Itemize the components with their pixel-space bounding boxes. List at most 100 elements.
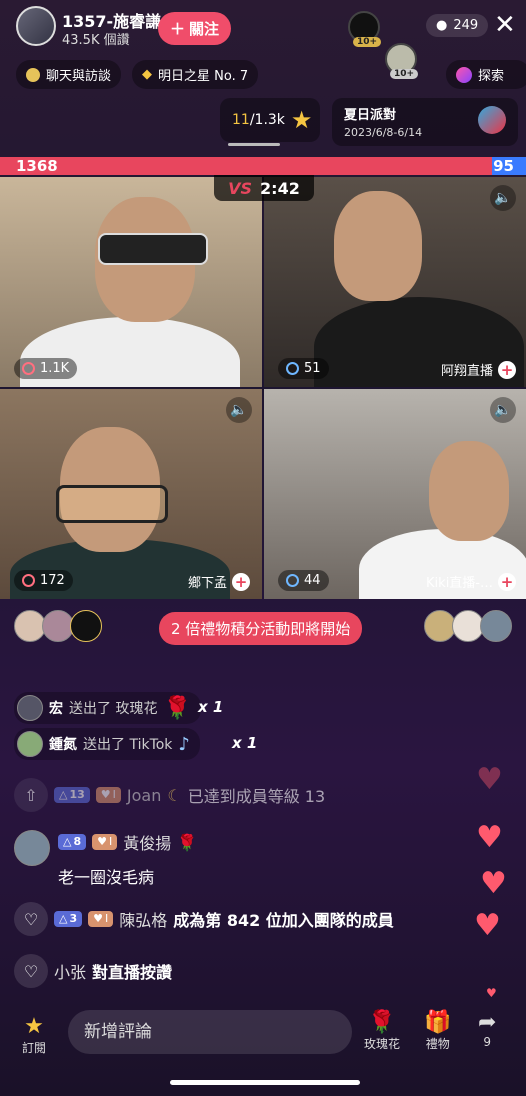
heart-icon: ♥ — [476, 762, 503, 797]
close-icon[interactable]: ✕ — [494, 10, 516, 40]
avatar — [17, 695, 43, 721]
fan-badge: ♥ I — [88, 911, 114, 927]
score-blue-value: 95 — [493, 157, 514, 175]
gift-action: 送出了 玫瑰花 — [69, 701, 158, 717]
subscribe-label: 訂閱 — [22, 1041, 47, 1055]
mute-icon[interactable]: 🔈 — [226, 397, 252, 423]
cell-4-score: 44 — [278, 570, 329, 591]
comment-input[interactable]: 新增評論 — [68, 1010, 352, 1054]
plus-icon[interactable]: + — [498, 572, 516, 591]
mute-icon[interactable]: 🔈 — [490, 397, 516, 423]
share-button[interactable]: ➦ 9 — [478, 1010, 496, 1049]
feed-message: 已達到成員等級 13 — [187, 787, 326, 806]
category-chip-label: 聊天與訪談 — [46, 69, 112, 84]
explore-label: 探索 — [478, 69, 505, 84]
home-indicator[interactable] — [170, 1080, 360, 1085]
fan-badge: ♥ I — [95, 787, 121, 803]
feed-user: Joan — [126, 785, 162, 805]
rank-widget[interactable]: 11/1.3k ★ — [220, 98, 320, 142]
person-icon: ● — [436, 18, 448, 33]
flame-icon: ◆ — [142, 67, 152, 82]
feed-message: 成為第 842 位加入團隊的成員 — [173, 911, 394, 930]
chat-icon — [26, 67, 40, 82]
star-icon: ★ — [24, 1014, 44, 1039]
feed-header: △ 8 ♥ I 黃俊揚 🌹 — [58, 830, 197, 854]
host-likes: 43.5K 個讚 — [62, 33, 130, 48]
level-icon: △ — [59, 912, 68, 925]
cell-1-count: 1.1K — [40, 361, 70, 376]
ranking-chip[interactable]: ◆ 明日之星 No. 7 — [132, 60, 259, 89]
vs-icon: VS — [228, 178, 253, 198]
follow-button[interactable]: ＋ 關注 — [158, 12, 232, 45]
heart-icon: ♥ — [97, 835, 107, 848]
top-viewer-avatar-1[interactable]: 10+ — [348, 11, 382, 47]
score-blue-fill: 95 — [491, 157, 526, 175]
team-blue-avatars[interactable] — [424, 610, 512, 642]
video-cell-1[interactable]: 1.1K — [0, 177, 262, 387]
feed-item-joan[interactable]: ⇧ △ 13 ♥ I Joan ☾ 已達到成員等級 13 — [14, 778, 325, 812]
cell-2-name-row[interactable]: 阿翔直播 + — [441, 360, 516, 379]
fan-level: I — [105, 912, 109, 925]
event-logo-icon — [478, 106, 506, 134]
mute-icon[interactable]: 🔈 — [490, 185, 516, 211]
feed-item-xiao[interactable]: ♡ 小张 對直播按讚 — [14, 954, 172, 988]
alarm-icon — [22, 362, 35, 375]
host-avatar[interactable] — [16, 6, 56, 46]
team-red-avatars[interactable] — [14, 610, 102, 642]
face — [334, 191, 422, 301]
cell-4-name-row[interactable]: Kiki直播-… + — [426, 572, 516, 591]
avatar — [70, 610, 102, 642]
avatar — [17, 731, 43, 757]
event-banner[interactable]: 夏日派對 2023/6/8-6/14 — [332, 98, 518, 146]
plus-icon[interactable]: + — [498, 360, 516, 379]
feed-item-chen[interactable]: ♡ △ 3 ♥ I 陳弘格 成為第 842 位加入團隊的成員 — [14, 902, 394, 936]
level-badge: △ 13 — [54, 787, 90, 803]
sunglasses — [98, 233, 208, 265]
level-icon: △ — [59, 788, 68, 801]
cell-3-name: 鄉下孟 — [187, 576, 227, 591]
activity-banner[interactable]: 2 倍禮物積分活動即將開始 — [159, 612, 363, 645]
feed-item-huang[interactable]: △ 8 ♥ I 黃俊揚 🌹 老一圈沒毛病 — [14, 830, 197, 888]
rose-gift-button[interactable]: 🌹 玫瑰花 — [364, 1010, 400, 1052]
heart-icon: ♥ — [486, 986, 497, 1000]
cell-2-meta: 51 — [278, 358, 329, 379]
explore-button[interactable]: 探索 — [446, 60, 526, 89]
top-viewer-avatar-2[interactable]: 10+ — [385, 43, 419, 79]
viewer-count[interactable]: ● 249 — [426, 14, 489, 37]
gift-row-2[interactable]: 鍾氮 送出了 TikTok ♪ — [14, 728, 200, 760]
plus-icon[interactable]: + — [232, 572, 250, 591]
cell-3-name-row[interactable]: 鄉下孟 + — [188, 572, 250, 591]
share-count: 9 — [483, 1035, 492, 1049]
level-value: 3 — [69, 912, 78, 925]
battle-score-bar: 1368 95 — [0, 157, 526, 175]
category-chip[interactable]: 聊天與訪談 — [16, 60, 122, 89]
video-cell-2[interactable]: 🔈 51 阿翔直播 + — [264, 177, 526, 387]
gift-row-1[interactable]: 宏 送出了 玫瑰花 🌹 — [14, 692, 201, 724]
share-icon: ➦ — [478, 1010, 497, 1035]
cell-3-meta: 172 — [14, 570, 73, 591]
team-heart-icon: ♡ — [14, 902, 48, 936]
tiktok-icon: ♪ — [178, 733, 190, 755]
video-cell-4[interactable]: 🔈 44 Kiki直播-… + — [264, 389, 526, 599]
heart-icon: ♥ — [474, 908, 501, 943]
level-badge: △ 3 — [54, 911, 83, 927]
gift-label: 禮物 — [425, 1037, 450, 1051]
alarm-icon — [22, 574, 35, 587]
glasses — [56, 485, 168, 523]
feed-user: 陳弘格 — [119, 911, 168, 930]
level-up-icon: ⇧ — [14, 778, 48, 812]
gift-icon: 🎁 — [424, 1010, 452, 1035]
rose-icon: 🌹 — [177, 832, 198, 852]
moon-icon: ☾ — [167, 785, 182, 805]
feed-message: 對直播按讚 — [92, 963, 173, 982]
subscribe-button[interactable]: ★ 訂閱 — [22, 1014, 46, 1056]
video-cell-3[interactable]: 🔈 172 鄉下孟 + — [0, 389, 262, 599]
battle-timer-value: 2:42 — [260, 178, 300, 198]
fan-level: I — [112, 788, 116, 801]
ranking-chip-label: 明日之星 No. 7 — [158, 69, 249, 84]
avatar — [480, 610, 512, 642]
plus-icon: ＋ — [170, 20, 186, 38]
heart-icon: ♥ — [100, 788, 111, 801]
gift-button[interactable]: 🎁 禮物 — [424, 1010, 451, 1052]
cell-1-meta: 1.1K — [14, 358, 78, 379]
